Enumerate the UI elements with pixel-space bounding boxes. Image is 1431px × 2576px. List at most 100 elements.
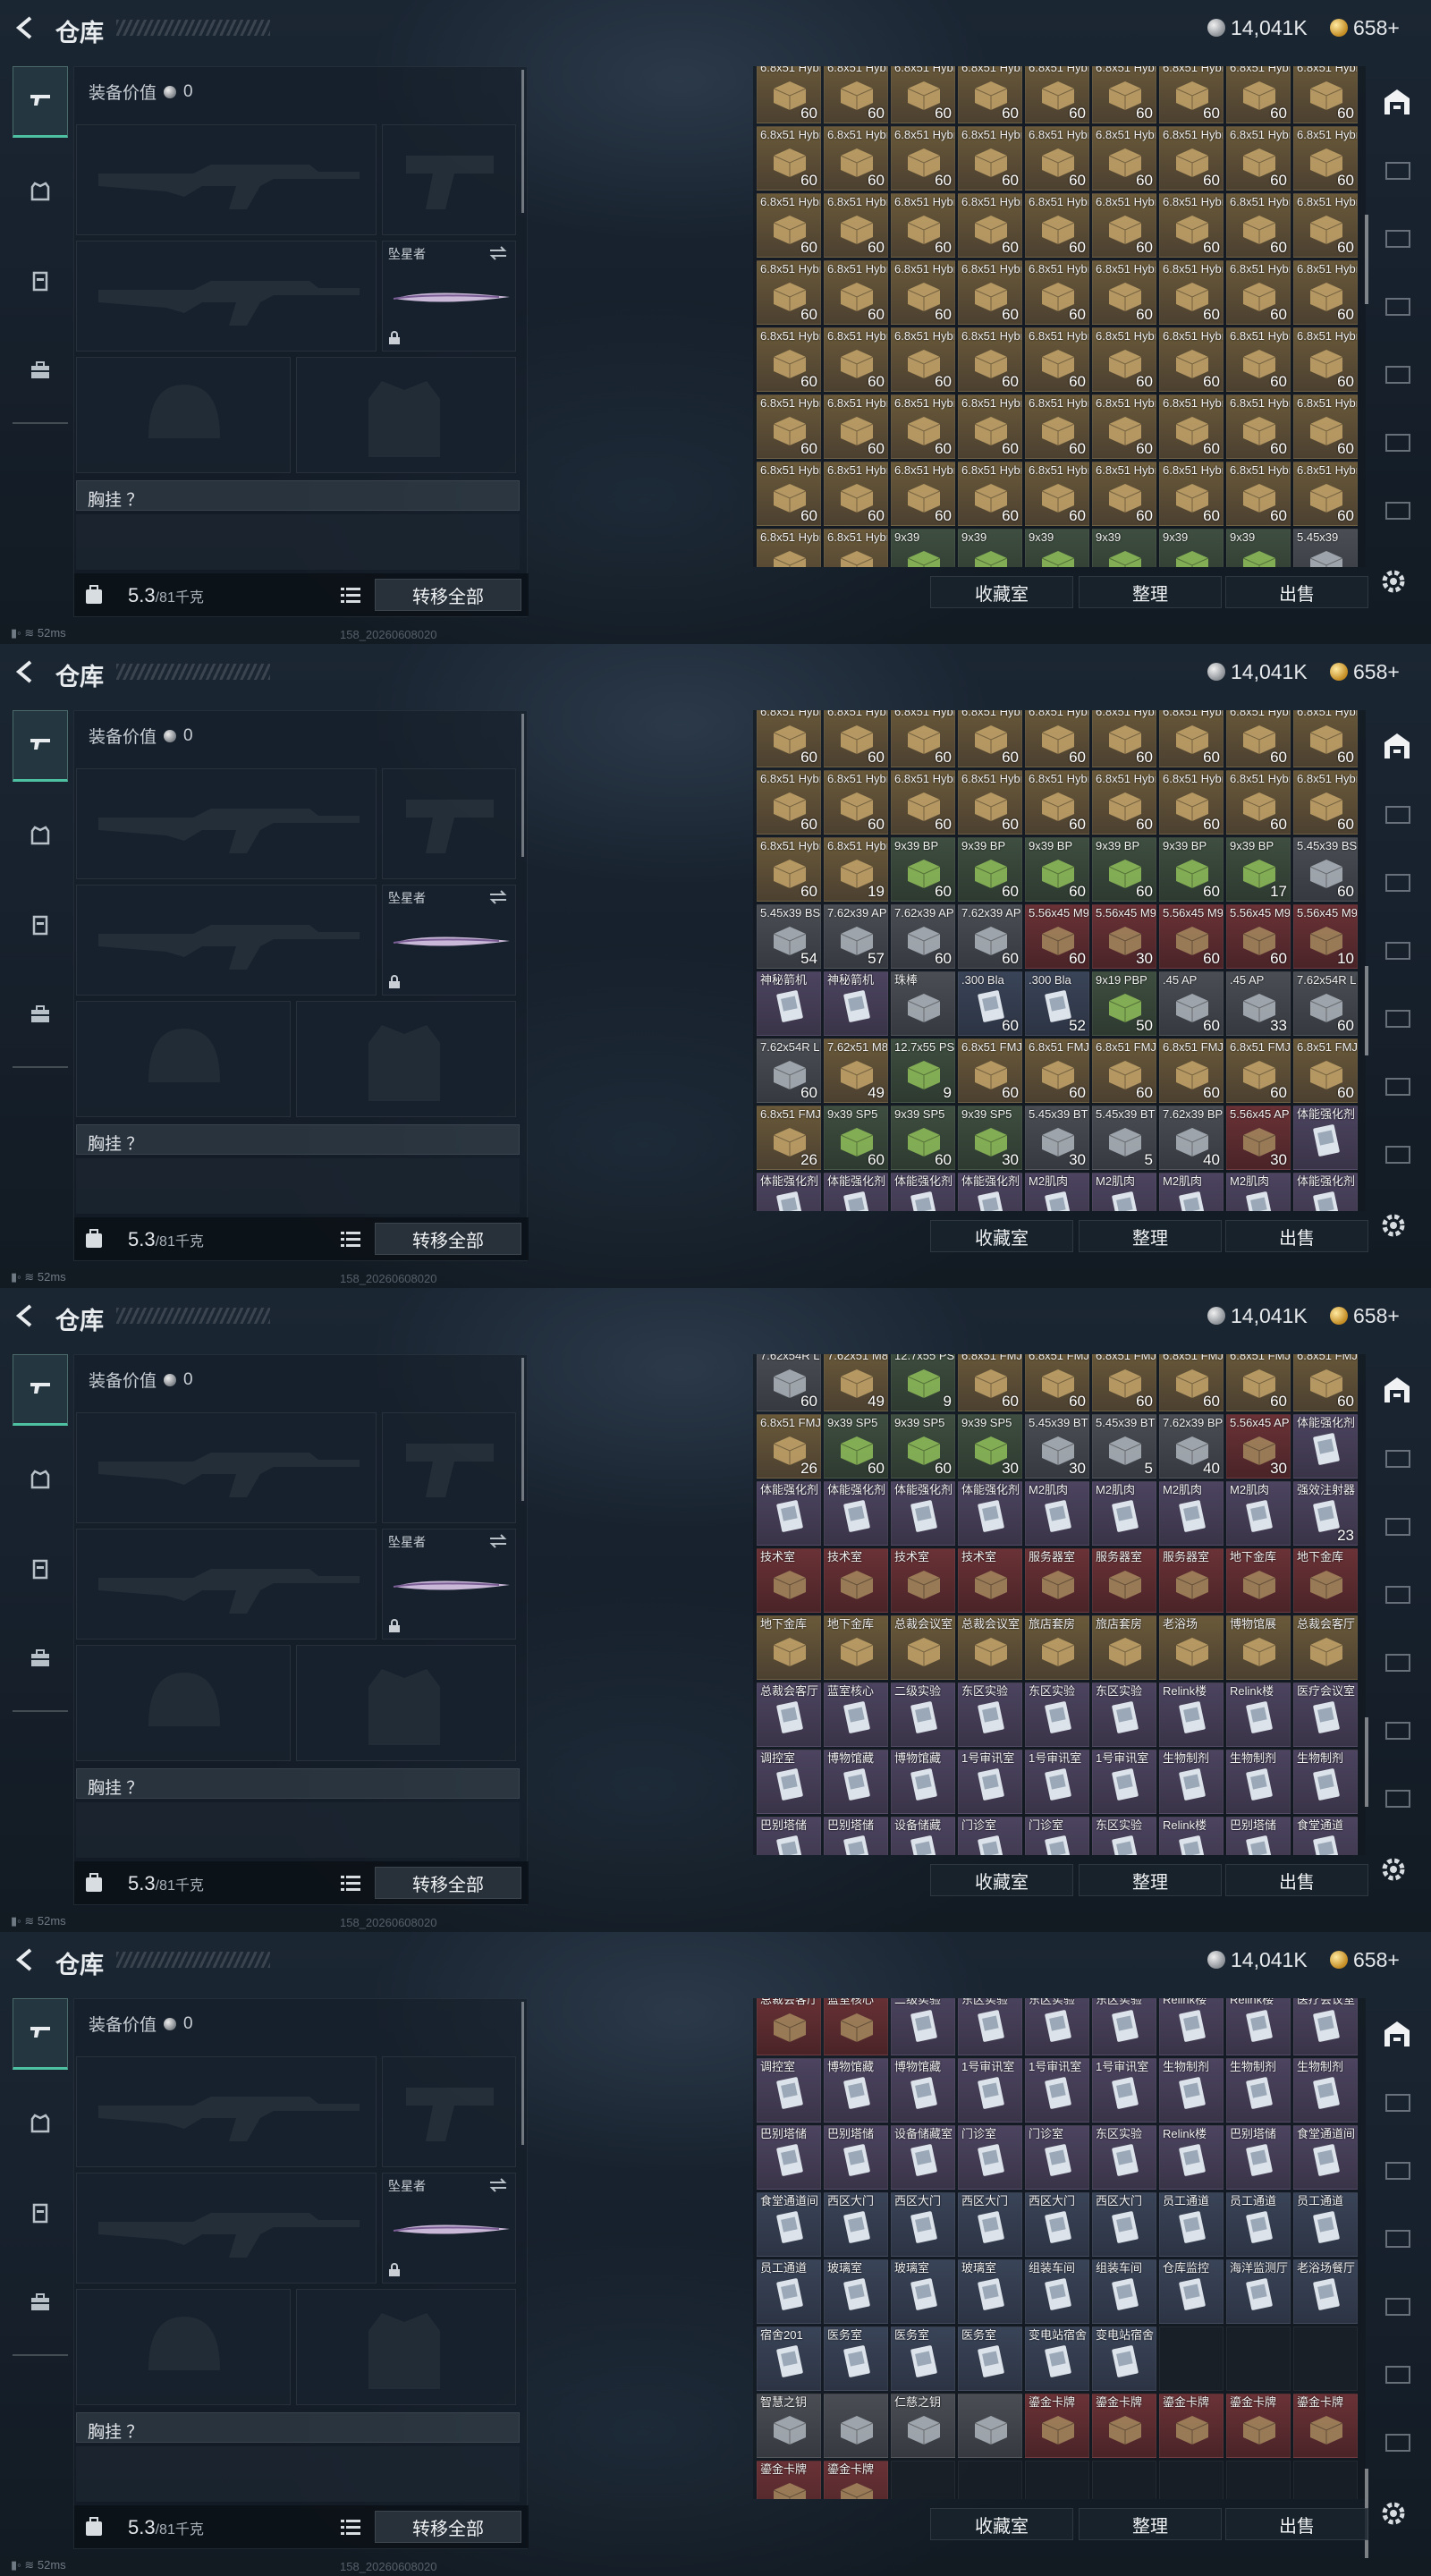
inventory-item[interactable]: 5.45x39 bbox=[1293, 529, 1358, 567]
storage-box-icon-6[interactable] bbox=[1379, 2424, 1415, 2460]
tab-rig[interactable] bbox=[13, 891, 68, 962]
warehouse-icon[interactable] bbox=[1379, 1372, 1415, 1408]
inventory-item[interactable]: 员工通道 bbox=[1226, 2192, 1291, 2257]
inventory-item[interactable]: 6.8x51 Hybrid 60 bbox=[958, 66, 1022, 123]
tab-weapons[interactable] bbox=[13, 1998, 68, 2070]
inventory-item[interactable]: 9x39 BP 60 bbox=[1092, 837, 1156, 902]
chest-rig-slot[interactable] bbox=[76, 1802, 520, 1858]
inventory-item[interactable]: 9x39 SP5 60 bbox=[891, 1106, 955, 1170]
storage-box-icon-3[interactable] bbox=[1379, 288, 1415, 324]
gold-currency[interactable]: 658+ bbox=[1330, 1303, 1400, 1328]
tab-weapons[interactable] bbox=[13, 710, 68, 782]
sell-button[interactable]: 出售 bbox=[1225, 576, 1368, 608]
inventory-item[interactable]: 体能强化剂 bbox=[1293, 1106, 1358, 1170]
inventory-item[interactable]: 东区实验 bbox=[1092, 1998, 1156, 2055]
inventory-item[interactable]: 7.62x51 M80 49 bbox=[824, 1354, 888, 1411]
inventory-item[interactable]: 6.8x51 Hybrid 60 bbox=[1025, 462, 1089, 526]
inventory-item[interactable]: 6.8x51 Hybrid 60 bbox=[757, 394, 821, 459]
inventory-item[interactable]: 6.8x51 Hybrid 60 bbox=[1025, 126, 1089, 191]
inventory-item[interactable]: 鎏金卡牌 bbox=[1293, 2394, 1358, 2458]
storage-box-icon-6[interactable] bbox=[1379, 1136, 1415, 1172]
inventory-item[interactable]: 5.45x39 BS 54 bbox=[757, 904, 821, 969]
inventory-item[interactable]: 玻璃室 bbox=[824, 2259, 888, 2324]
storage-box-icon-3[interactable] bbox=[1379, 932, 1415, 968]
inventory-item[interactable]: 6.8x51 Hybrid 60 bbox=[1092, 126, 1156, 191]
inventory-item[interactable]: 设备储藏室 bbox=[891, 2125, 955, 2190]
inventory-item[interactable]: 服务器室 bbox=[1092, 1548, 1156, 1613]
inventory-item[interactable]: 二级实验 bbox=[891, 1998, 955, 2055]
inventory-item[interactable]: 5.56x45 AP 30 bbox=[1226, 1414, 1291, 1479]
collection-room-button[interactable]: 收藏室 bbox=[930, 1864, 1073, 1896]
silver-currency[interactable]: 14,041K bbox=[1207, 15, 1308, 40]
storage-box-icon-6[interactable] bbox=[1379, 1780, 1415, 1816]
inventory-item[interactable]: 6.8x51 Hybrid 60 bbox=[1293, 327, 1358, 392]
primary-weapon-slot[interactable] bbox=[76, 1412, 377, 1523]
inventory-item[interactable]: 6.8x51 Hybrid 60 bbox=[824, 66, 888, 123]
chest-rig-header[interactable]: 胸挂 ？ bbox=[76, 2412, 520, 2443]
inventory-item[interactable]: 鎏金卡牌 bbox=[1159, 2394, 1224, 2458]
inventory-item[interactable]: 6.8x51 Hybrid 60 bbox=[1025, 327, 1089, 392]
inventory-item[interactable]: 6.8x51 Hybrid bbox=[824, 529, 888, 567]
inventory-item[interactable]: 7.62x39 AP 60 bbox=[891, 904, 955, 969]
helmet-slot[interactable] bbox=[76, 2289, 291, 2405]
inventory-item[interactable]: 6.8x51 Hybrid 60 bbox=[958, 462, 1022, 526]
inventory-item[interactable]: 6.8x51 Hybrid 60 bbox=[757, 770, 821, 835]
inventory-item[interactable] bbox=[824, 2394, 888, 2458]
inventory-item[interactable]: 6.8x51 FMJ 60 bbox=[958, 1354, 1022, 1411]
inventory-item[interactable]: 神秘箭机 bbox=[824, 971, 888, 1036]
inventory-item[interactable]: 强效注射器 23 bbox=[1293, 1481, 1358, 1546]
inventory-item[interactable]: 6.8x51 Hybrid 60 bbox=[1092, 394, 1156, 459]
storage-box-icon-2[interactable] bbox=[1379, 864, 1415, 900]
chest-rig-slot[interactable] bbox=[76, 2446, 520, 2502]
storage-box-icon-1[interactable] bbox=[1379, 2084, 1415, 2120]
inventory-item[interactable]: 6.8x51 Hybrid 60 bbox=[1025, 193, 1089, 258]
inventory-item[interactable]: 5.45x39 BT 5 bbox=[1092, 1414, 1156, 1479]
settings-gear-icon[interactable] bbox=[1376, 1208, 1411, 1243]
inventory-item[interactable]: 体能强化剂 bbox=[891, 1173, 955, 1211]
storage-box-icon-2[interactable] bbox=[1379, 1508, 1415, 1544]
storage-box-icon-3[interactable] bbox=[1379, 2220, 1415, 2256]
inventory-item[interactable]: 巴别塔储 bbox=[824, 2125, 888, 2190]
inventory-item[interactable]: 仁慈之钥 bbox=[891, 2394, 955, 2458]
inventory-item[interactable]: 博物馆藏 bbox=[891, 2058, 955, 2123]
inventory-item[interactable]: M2肌肉 bbox=[1025, 1481, 1089, 1546]
tab-backpack[interactable] bbox=[13, 1624, 68, 1696]
collection-room-button[interactable]: 收藏室 bbox=[930, 1220, 1073, 1252]
inventory-item[interactable]: 6.8x51 Hybrid 60 bbox=[757, 462, 821, 526]
inventory-item[interactable]: 西区大门 bbox=[824, 2192, 888, 2257]
inventory-item[interactable]: 生物制剂 bbox=[1293, 2058, 1358, 2123]
silver-currency[interactable]: 14,041K bbox=[1207, 659, 1308, 684]
inventory-item[interactable]: 6.8x51 FMJ 60 bbox=[1226, 1038, 1291, 1103]
tab-armor[interactable] bbox=[13, 2089, 68, 2161]
inventory-item[interactable]: 6.8x51 Hybrid 60 bbox=[1226, 66, 1291, 123]
helmet-slot[interactable] bbox=[76, 1645, 291, 1761]
inventory-item[interactable]: 调控室 bbox=[757, 1750, 821, 1814]
inventory-item[interactable]: 东区实验 bbox=[958, 1682, 1022, 1747]
chest-rig-header[interactable]: 胸挂 ？ bbox=[76, 1768, 520, 1799]
inventory-item[interactable]: 6.8x51 Hybrid 60 bbox=[824, 394, 888, 459]
inventory-item[interactable]: 二级实验 bbox=[891, 1682, 955, 1747]
inventory-item[interactable]: 6.8x51 Hybrid 60 bbox=[1226, 710, 1291, 767]
inventory-item[interactable]: 9x39 BP 60 bbox=[1159, 837, 1224, 902]
storage-box-icon-6[interactable] bbox=[1379, 492, 1415, 528]
storage-box-icon-5[interactable] bbox=[1379, 1712, 1415, 1748]
inventory-item[interactable]: 6.8x51 Hybrid 60 bbox=[891, 462, 955, 526]
inventory-item[interactable]: 6.8x51 Hybrid 60 bbox=[891, 66, 955, 123]
inventory-item[interactable]: 9x39 bbox=[1092, 529, 1156, 567]
empty-slot[interactable] bbox=[1293, 2326, 1358, 2391]
inventory-item[interactable]: 6.8x51 Hybrid 60 bbox=[757, 327, 821, 392]
melee-slot[interactable]: 坠星者 bbox=[382, 885, 516, 996]
secondary-weapon-slot[interactable] bbox=[76, 241, 377, 352]
primary-weapon-slot[interactable] bbox=[76, 2056, 377, 2167]
inventory-item[interactable]: 地下金库 bbox=[1226, 1548, 1291, 1613]
empty-slot[interactable] bbox=[1025, 2461, 1089, 2499]
inventory-item[interactable]: 6.8x51 Hybrid 60 bbox=[824, 462, 888, 526]
inventory-item[interactable]: 技术室 bbox=[757, 1548, 821, 1613]
storage-box-icon-1[interactable] bbox=[1379, 796, 1415, 832]
inventory-item[interactable]: 9x39 bbox=[958, 529, 1022, 567]
inventory-item[interactable]: 东区实验 bbox=[1025, 1682, 1089, 1747]
inventory-item[interactable]: 东区实验 bbox=[1092, 2125, 1156, 2190]
swap-icon[interactable] bbox=[488, 889, 508, 905]
inventory-item[interactable]: 博物馆藏 bbox=[824, 1750, 888, 1814]
inventory-item[interactable]: 鎏金卡牌 bbox=[1092, 2394, 1156, 2458]
